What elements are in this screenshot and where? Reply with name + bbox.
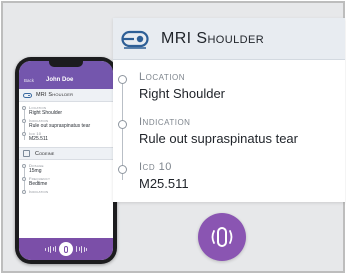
timeline-dot-icon — [22, 106, 26, 110]
field-label: Location — [139, 71, 185, 83]
phone-field: Dosage 15mg — [22, 163, 113, 174]
field-value: M25.511 — [139, 176, 189, 191]
phone-section-codeine[interactable]: Codeine — [19, 147, 113, 160]
card-title: MRI Shoulder — [161, 29, 265, 47]
mri-scanner-icon — [23, 92, 32, 98]
mri-scanner-icon — [121, 30, 149, 49]
timeline-dot-icon — [22, 119, 26, 123]
phone-field-value: Rule out supraspinatus tear — [29, 123, 91, 129]
phone-field-value: 15mg — [29, 168, 42, 174]
app-launch-button[interactable] — [198, 213, 246, 261]
timeline-dot-icon — [118, 120, 127, 129]
card-header[interactable]: MRI Shoulder — [113, 18, 345, 60]
phone-field: Icd 10 M25.511 — [22, 131, 113, 142]
timeline-dot-icon — [118, 165, 127, 174]
phone-screen: Back John Doe MRI Shoulder Location Righ… — [19, 61, 113, 260]
waveform-right-icon — [76, 245, 87, 253]
order-card: MRI Shoulder Location Right Shoulder Ind… — [113, 18, 345, 202]
phone-section-mri[interactable]: MRI Shoulder — [19, 89, 113, 102]
field-value: Right Shoulder — [139, 86, 225, 101]
phone-field-value: Bedtime — [29, 181, 48, 187]
phone-field-value: Right Shoulder — [29, 110, 63, 116]
medication-icon — [23, 150, 30, 157]
phone-notch — [49, 61, 83, 67]
timeline-dot-icon — [22, 164, 26, 168]
phone-field-label: Indication — [29, 189, 49, 194]
phone-field-list: Location Right Shoulder Indication Rule … — [19, 102, 113, 146]
timeline-dot-icon — [22, 190, 26, 194]
background-frame: Back John Doe MRI Shoulder Location Righ… — [1, 1, 345, 273]
phone-section-title: Codeine — [35, 150, 55, 157]
timeline-dot-icon — [22, 132, 26, 136]
phone-patient-name: John Doe — [46, 77, 74, 83]
phone-field-list: Dosage 15mg Frequency Bedtime Indication — [19, 160, 113, 198]
waveform-left-icon — [45, 245, 56, 253]
timeline-dot-icon — [118, 75, 127, 84]
phone-field-value: M25.511 — [29, 136, 49, 142]
phone-section-title: MRI Shoulder — [36, 92, 74, 98]
voice-button-icon[interactable] — [59, 242, 73, 256]
field-value: Rule out supraspinatus tear — [139, 131, 298, 146]
phone-mockup: Back John Doe MRI Shoulder Location Righ… — [15, 57, 117, 264]
phone-back-link[interactable]: Back — [24, 78, 38, 83]
phone-field: Location Right Shoulder — [22, 105, 113, 116]
field-label: Indication — [139, 116, 191, 128]
field-label: Icd 10 — [139, 161, 172, 173]
phone-voice-bar[interactable] — [19, 238, 113, 260]
app-logo-icon — [211, 227, 233, 247]
timeline-dot-icon — [22, 177, 26, 181]
card-field-list: Location Right Shoulder Indication Rule … — [113, 60, 345, 202]
phone-field: Indication Rule out supraspinatus tear — [22, 118, 113, 129]
phone-field: Indication — [22, 189, 113, 194]
phone-field: Frequency Bedtime — [22, 176, 113, 187]
